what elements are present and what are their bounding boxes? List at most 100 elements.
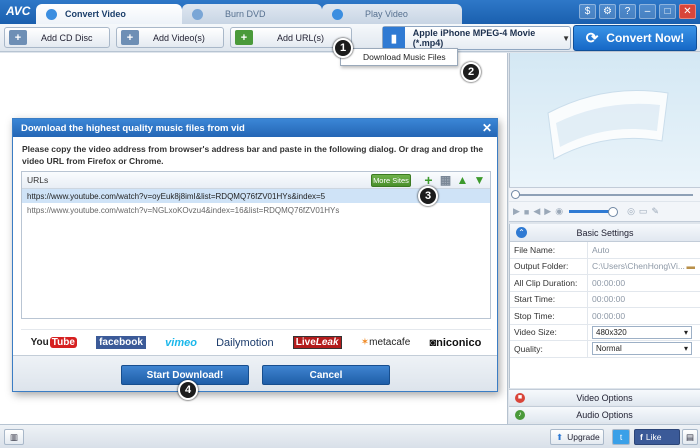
upgrade-label: Upgrade (567, 432, 600, 442)
step-badge-4: 4 (178, 380, 198, 400)
panel-icon: ▤ (685, 431, 695, 442)
liveleak-logo: LiveLeak (292, 336, 342, 349)
setting-key: All Clip Duration: (510, 275, 588, 291)
cancel-button[interactable]: Cancel (262, 365, 390, 385)
url-list-item[interactable]: https://www.youtube.com/watch?v=NGLxoKOv… (22, 203, 490, 217)
stop-time-value[interactable]: 00:00:00 (588, 311, 700, 321)
upgrade-icon: ⬆ (556, 431, 564, 442)
facebook-like-button[interactable]: f Like (634, 429, 680, 445)
add-url-label: Add URL(s) (277, 32, 325, 43)
stop-icon[interactable]: ■ (524, 207, 529, 217)
maximize-button[interactable]: □ (659, 4, 676, 19)
film-strip-icon (547, 90, 669, 160)
output-folder-value[interactable]: C:\Users\ChenHong\Vi... ▬ (588, 261, 700, 271)
youtube-logo-text: You (30, 337, 49, 348)
setting-key: Output Folder: (510, 258, 588, 274)
snapshot-icon[interactable]: ◎ (627, 206, 635, 217)
move-down-icon[interactable]: ▼ (473, 173, 486, 187)
video-options-header[interactable]: ■ Video Options (509, 389, 700, 405)
video-size-select[interactable]: 480x320 ▾ (592, 325, 692, 339)
seek-track (515, 194, 693, 196)
quality-value: Normal (596, 344, 622, 354)
title-bar: AVC Convert Video Burn DVD Play Video $ … (0, 0, 700, 24)
basic-settings-header[interactable]: ⌃ Basic Settings (510, 224, 700, 242)
step-badge-1: 1 (333, 38, 353, 58)
audio-options-header[interactable]: ♪ Audio Options (509, 406, 700, 422)
help-button[interactable]: ? (619, 4, 636, 19)
tab-convert-video[interactable]: Convert Video (36, 4, 182, 24)
close-button[interactable]: ✕ (679, 4, 696, 19)
convert-now-label: Convert Now! (606, 31, 685, 45)
metacafe-star-icon: ✶ (360, 337, 370, 348)
setting-row-file-name: File Name: Auto (510, 242, 700, 259)
move-up-icon[interactable]: ▲ (456, 173, 469, 187)
setting-key: File Name: (510, 242, 588, 258)
tab-label: Burn DVD (225, 9, 266, 19)
twitter-button[interactable]: t (612, 429, 630, 445)
convert-now-button[interactable]: ⟳ Convert Now! (573, 25, 697, 51)
youtube-logo-badge: Tube (49, 337, 77, 348)
urls-column-header: URLs (27, 175, 49, 185)
setting-key: Video Size: (510, 324, 588, 340)
toggle-panel-button[interactable]: ▥ (4, 429, 24, 445)
player-controls: ▶ ■ ◀ ▶ ◉ ◎ ▭ ✎ (509, 202, 700, 222)
tab-burn-dvd[interactable]: Burn DVD (182, 4, 322, 24)
niconico-logo: ◙niconico (429, 337, 481, 349)
minimize-button[interactable]: – (639, 4, 656, 19)
add-url-icon[interactable]: + (422, 173, 435, 187)
video-preview (509, 53, 700, 187)
setting-row-quality: Quality: Normal ▾ (510, 341, 700, 358)
chevron-down-icon: ▾ (683, 327, 688, 337)
file-name-value[interactable]: Auto (588, 245, 700, 255)
setting-row-clip-duration: All Clip Duration: 00:00:00 (510, 275, 700, 292)
disc-icon (192, 8, 203, 20)
prev-frame-icon[interactable]: ◀ (533, 206, 540, 217)
setting-key: Start Time: (510, 291, 588, 307)
add-cd-label: Add CD Disc (41, 32, 93, 43)
setting-row-output-folder: Output Folder: C:\Users\ChenHong\Vi... ▬ (510, 258, 700, 275)
folder-icon[interactable]: ▬ (687, 261, 696, 271)
add-videos-button[interactable]: + Add Video(s) (116, 27, 224, 48)
settings-title: Basic Settings (576, 227, 634, 238)
setting-row-video-size: Video Size: 480x320 ▾ (510, 324, 700, 341)
output-profile-select[interactable]: ▮ Apple iPhone MPEG-4 Movie (*.mp4) ▼ (382, 26, 571, 50)
delete-icon[interactable]: ▦ (439, 173, 452, 187)
play-icon (332, 8, 343, 20)
audio-options-label: Audio Options (576, 409, 633, 420)
volume-slider[interactable] (569, 207, 619, 217)
liveleak-logo-suffix: Leak (315, 337, 339, 348)
register-button[interactable]: $ (579, 4, 596, 19)
play-icon[interactable]: ▶ (513, 206, 520, 217)
tools-icon[interactable]: ✎ (651, 206, 659, 217)
quality-select[interactable]: Normal ▾ (592, 342, 692, 356)
tab-play-video[interactable]: Play Video (322, 4, 462, 24)
more-sites-button[interactable]: More Sites (371, 174, 411, 187)
output-folder-path: C:\Users\ChenHong\Vi... (592, 261, 685, 272)
url-list-header: URLs More Sites + ▦ ▲ ▼ (22, 172, 490, 189)
toggle-preview-button[interactable]: ▤ (682, 429, 698, 445)
seek-bar[interactable] (509, 187, 700, 201)
facebook-logo: facebook (96, 336, 146, 349)
upgrade-button[interactable]: ⬆ Upgrade (550, 429, 604, 445)
chevron-down-icon: ▾ (683, 344, 688, 354)
download-music-files-menu-item[interactable]: Download Music Files (340, 48, 458, 66)
vimeo-logo: vimeo (165, 336, 197, 349)
start-time-value[interactable]: 00:00:00 (588, 294, 700, 304)
video-size-cell: 480x320 ▾ (588, 325, 700, 339)
status-bar: ▥ ⬆ Upgrade t f Like ▤ (0, 424, 700, 448)
dialog-close-icon[interactable]: ✕ (482, 121, 492, 135)
setting-key: Stop Time: (510, 308, 588, 324)
facebook-icon: f (640, 432, 643, 442)
video-options-icon: ■ (515, 392, 525, 403)
add-cd-button[interactable]: + Add CD Disc (4, 27, 110, 48)
settings-button[interactable]: ⚙ (599, 4, 616, 19)
setting-key: Quality: (510, 341, 588, 357)
next-frame-icon[interactable]: ▶ (544, 206, 551, 217)
volume-icon[interactable]: ◉ (555, 206, 563, 217)
metacafe-logo-text: metacafe (369, 337, 411, 348)
folder-icon[interactable]: ▭ (639, 206, 648, 217)
seek-handle[interactable] (511, 190, 520, 199)
window-controls: $ ⚙ ? – □ ✕ (579, 4, 696, 19)
phone-icon: ▮ (383, 27, 405, 49)
url-text: https://www.youtube.com/watch?v=NGLxoKOv… (27, 205, 340, 215)
